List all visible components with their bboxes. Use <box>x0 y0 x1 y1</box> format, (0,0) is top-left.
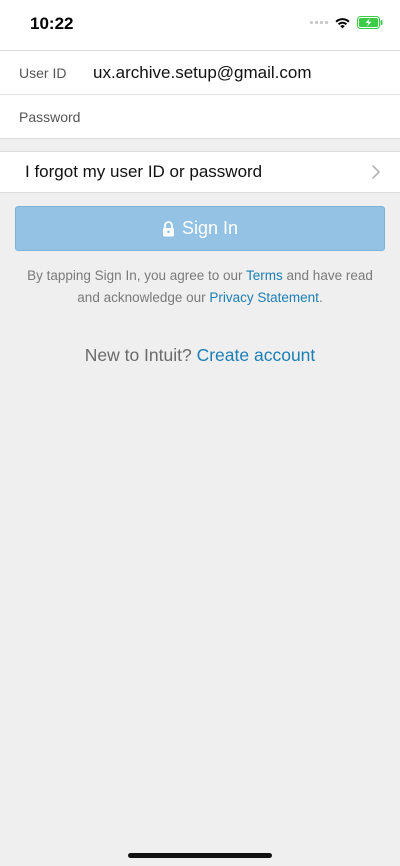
status-bar: 10:22 <box>0 0 400 50</box>
new-account-prompt: New to Intuit? Create account <box>0 345 400 366</box>
status-icons <box>310 16 384 29</box>
terms-prefix: By tapping Sign In, you agree to our <box>27 268 247 283</box>
user-id-field[interactable]: User ID ux.archive.setup@gmail.com <box>0 51 400 94</box>
user-id-label: User ID <box>19 64 67 81</box>
sign-in-label: Sign In <box>181 218 239 238</box>
terms-link[interactable]: Terms <box>246 268 283 283</box>
wifi-icon <box>335 18 350 29</box>
password-label: Password <box>19 108 81 125</box>
privacy-statement-link[interactable]: Privacy Statement <box>209 290 319 305</box>
sign-in-button[interactable]: Sign In <box>15 206 385 251</box>
signal-dots-icon <box>310 21 328 24</box>
new-account-text: New to Intuit? <box>84 345 197 365</box>
chevron-right-icon <box>372 165 380 179</box>
terms-notice: By tapping Sign In, you agree to our Ter… <box>22 265 378 309</box>
lock-icon <box>162 220 174 236</box>
status-time: 10:22 <box>30 14 74 33</box>
forgot-credentials-label: I forgot my user ID or password <box>25 162 263 181</box>
login-form: User ID ux.archive.setup@gmail.com Passw… <box>0 50 400 139</box>
user-id-input[interactable]: ux.archive.setup@gmail.com <box>93 63 312 83</box>
terms-suffix: . <box>318 290 323 305</box>
password-field[interactable]: Password <box>0 94 400 138</box>
battery-charging-icon <box>357 16 383 29</box>
home-indicator[interactable] <box>128 853 272 858</box>
forgot-credentials-link[interactable]: I forgot my user ID or password <box>0 151 400 193</box>
create-account-link[interactable]: Create account <box>197 345 316 365</box>
